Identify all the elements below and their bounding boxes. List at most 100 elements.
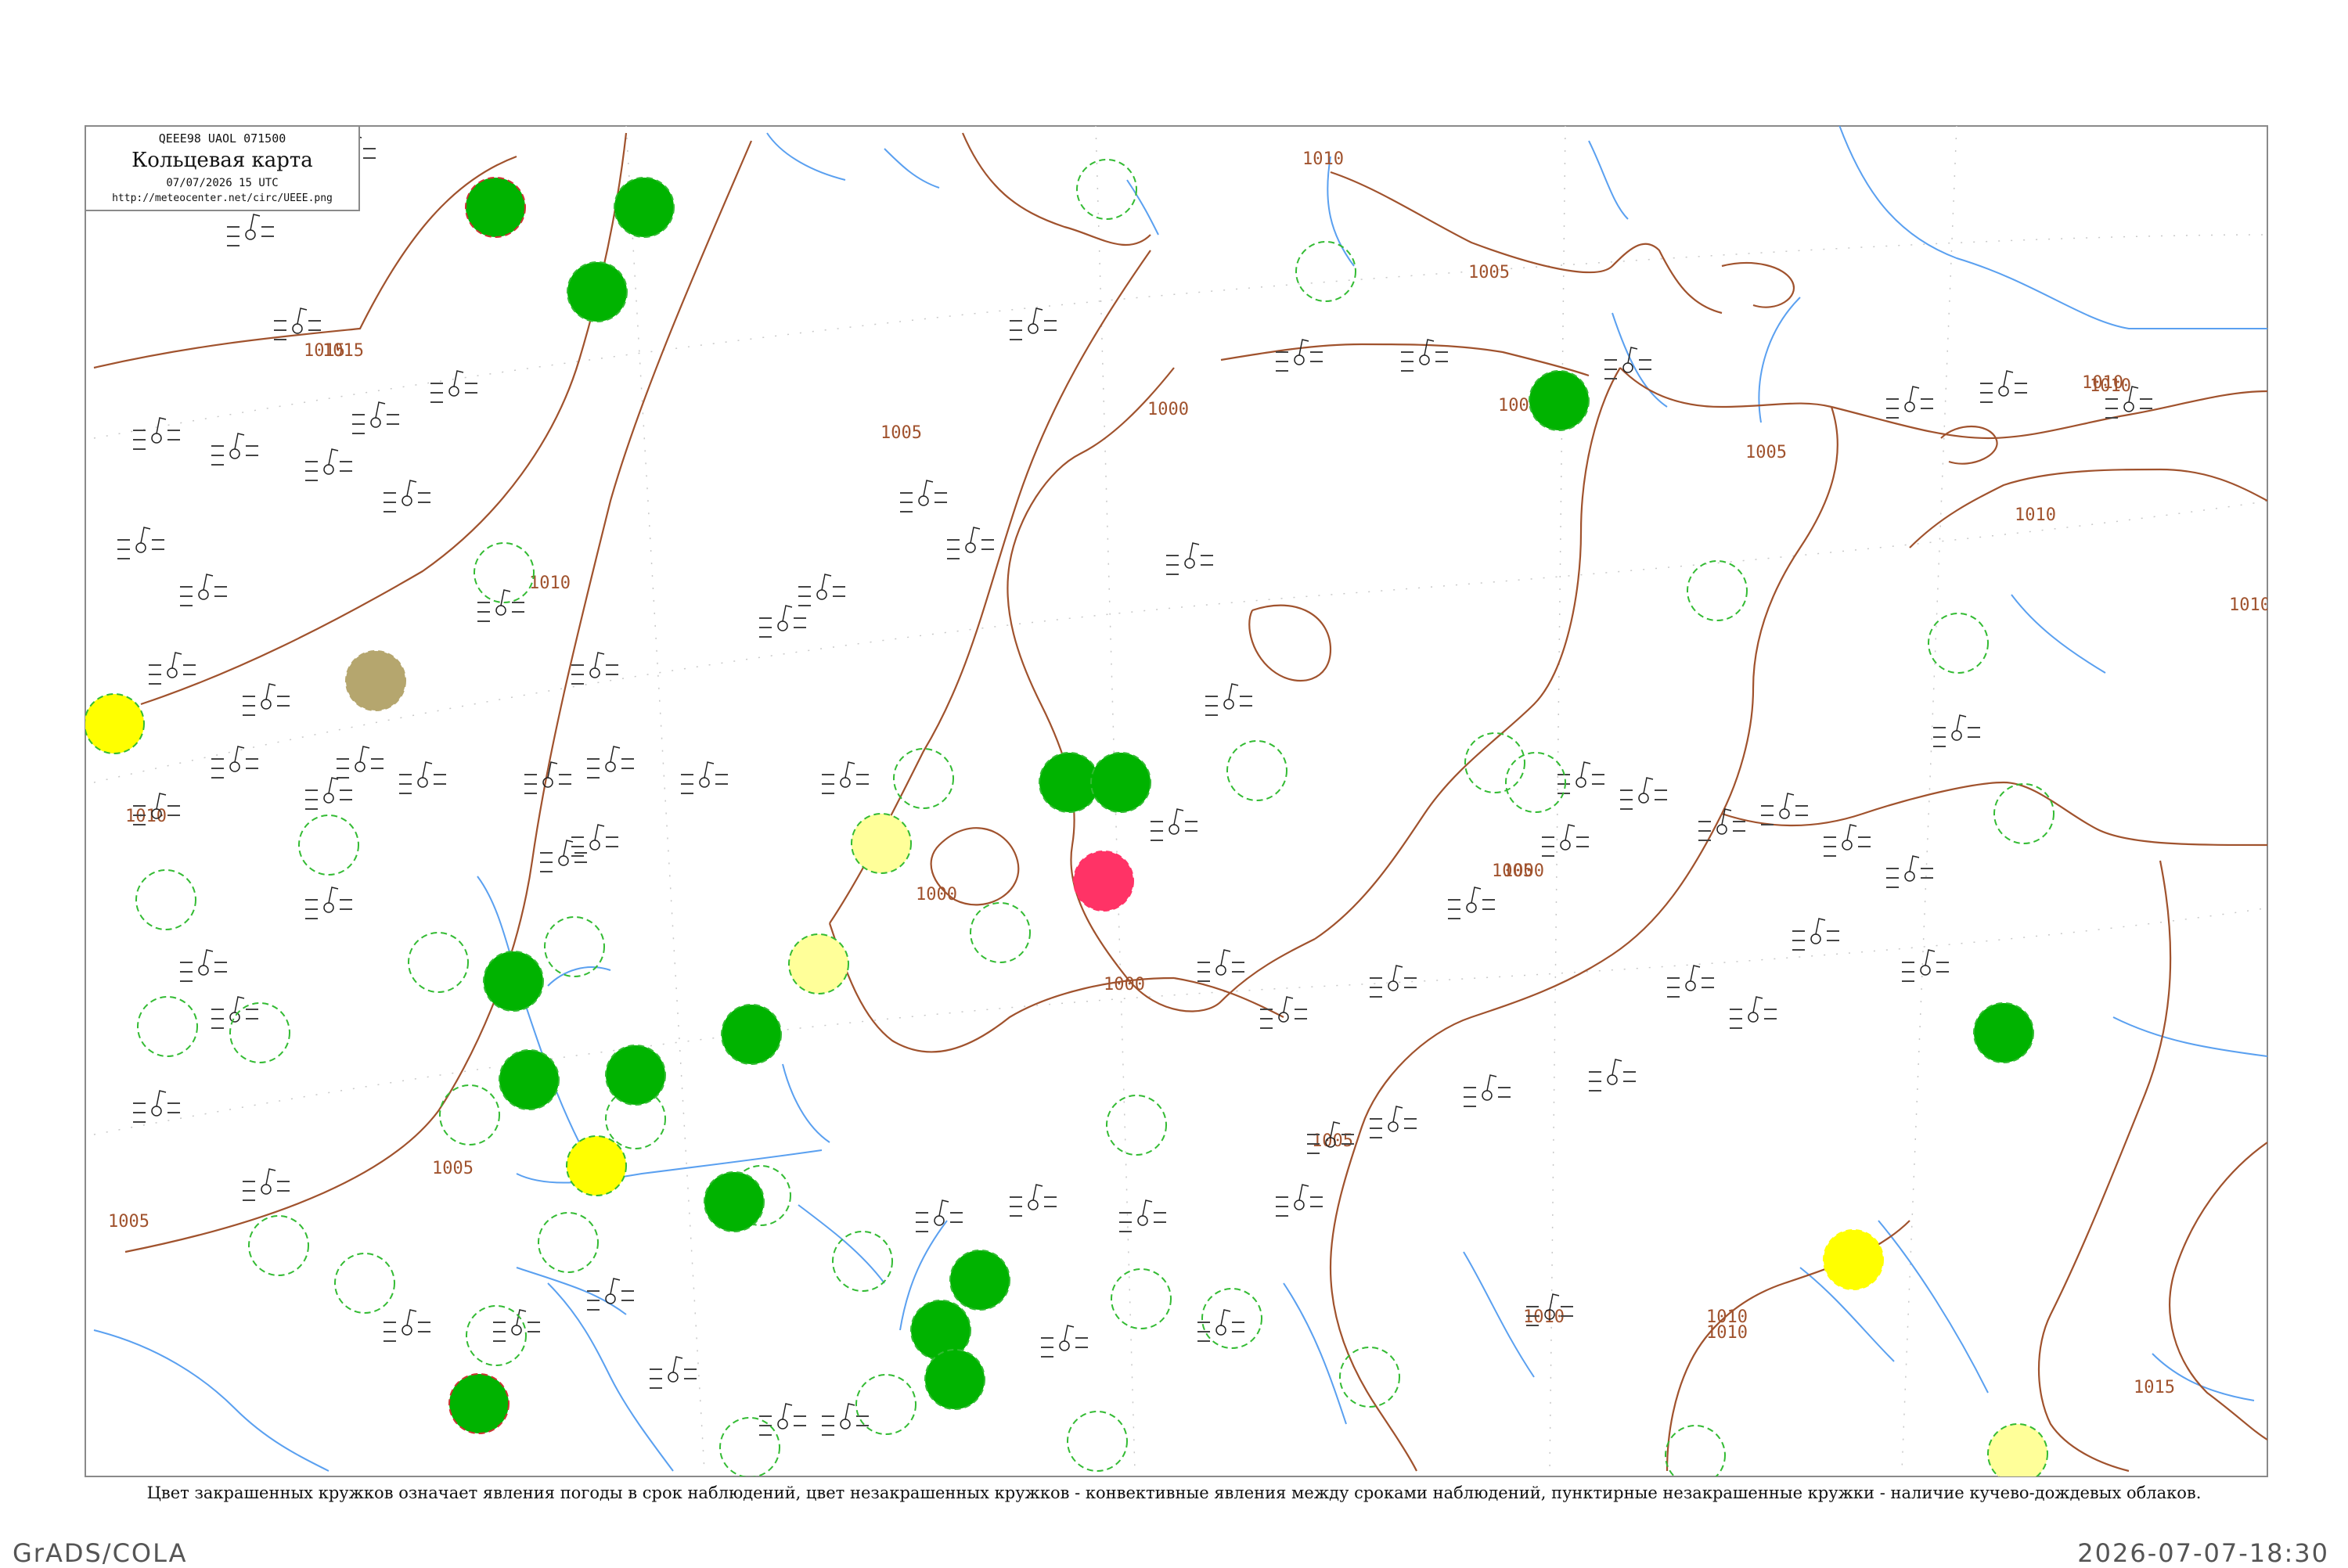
cumulonimbus-rings bbox=[135, 159, 2054, 1476]
map-url: http://meteocenter.net/circ/UEEE.png bbox=[112, 192, 333, 204]
station-marker bbox=[1607, 1074, 1618, 1085]
station-marker bbox=[2123, 401, 2134, 412]
station-marker bbox=[1482, 1090, 1493, 1101]
wind-barb bbox=[1220, 949, 1231, 966]
station-marker bbox=[1622, 362, 1633, 373]
wind-barb bbox=[923, 480, 934, 497]
wind-barb bbox=[1925, 949, 1936, 966]
graticule bbox=[93, 126, 2267, 1472]
station-marker bbox=[151, 1106, 162, 1117]
station-marker bbox=[1638, 793, 1649, 804]
wind-barb bbox=[1784, 793, 1795, 810]
station-marker bbox=[1419, 354, 1430, 365]
wind-barb bbox=[1173, 808, 1184, 825]
station-marker bbox=[589, 840, 600, 851]
wind-barb bbox=[1471, 886, 1482, 904]
station-marker bbox=[370, 417, 381, 428]
isobar-label: 1010 bbox=[1302, 149, 1344, 169]
station-marker bbox=[292, 323, 303, 334]
wind-barb bbox=[375, 401, 386, 419]
wind-barb bbox=[938, 1199, 949, 1217]
wind-barb bbox=[328, 448, 339, 466]
station-marker bbox=[1842, 840, 1853, 851]
isobar-label: 1015 bbox=[304, 341, 345, 361]
wind-barb bbox=[406, 480, 417, 497]
station-marker bbox=[605, 1293, 616, 1304]
station-marker bbox=[1560, 840, 1571, 851]
wind-barb bbox=[844, 1403, 855, 1420]
wind-barb bbox=[265, 683, 276, 700]
software-credit: GrADS/COLA bbox=[13, 1538, 188, 1568]
isobar-label: 1015 bbox=[2134, 1378, 2175, 1397]
wind-barb bbox=[1956, 714, 1967, 732]
wind-barb bbox=[844, 761, 855, 779]
station-marker bbox=[1779, 808, 1790, 819]
wind-barb bbox=[1565, 824, 1576, 841]
wind-barb bbox=[1424, 339, 1435, 356]
station-marker bbox=[1137, 1215, 1148, 1226]
station-marker bbox=[1059, 1340, 1070, 1351]
wind-barb bbox=[328, 886, 339, 904]
station-marker bbox=[402, 1325, 412, 1336]
station-marker bbox=[699, 777, 710, 788]
station-marker bbox=[1294, 354, 1305, 365]
station-marker bbox=[135, 542, 146, 553]
isobar-label: 1005 bbox=[1468, 263, 1510, 282]
hydrography bbox=[93, 126, 2267, 1472]
station-marker bbox=[1920, 965, 1931, 976]
wind-barb bbox=[1032, 307, 1043, 325]
isobar-label: 1010 bbox=[529, 574, 571, 593]
station-marker bbox=[229, 1012, 240, 1023]
wind-barb bbox=[1298, 1184, 1309, 1201]
wind-barb bbox=[1220, 1309, 1231, 1326]
station-marker bbox=[167, 667, 178, 678]
map-title: Кольцевая карта bbox=[131, 149, 313, 172]
wind-barb bbox=[782, 1403, 793, 1420]
isobars bbox=[93, 132, 2267, 1473]
station-marker bbox=[261, 1184, 272, 1195]
station-marker bbox=[151, 433, 162, 444]
station-marker bbox=[1223, 699, 1234, 710]
station-marker bbox=[229, 448, 240, 459]
wind-barb bbox=[610, 746, 621, 763]
station-marker bbox=[1388, 1121, 1399, 1132]
isobar-label: 1010 bbox=[2229, 595, 2271, 615]
wind-barb bbox=[1846, 824, 1857, 841]
wind-barb bbox=[250, 214, 261, 231]
station-marker bbox=[589, 667, 600, 678]
wind-barb bbox=[1643, 777, 1654, 794]
isobar-label: 1005 bbox=[108, 1212, 149, 1232]
wind-barb bbox=[782, 605, 793, 622]
wind-barb bbox=[516, 1309, 527, 1326]
station-marker bbox=[198, 589, 209, 600]
station-marker bbox=[323, 793, 334, 804]
wind-barb bbox=[1486, 1074, 1497, 1091]
wind-barb bbox=[1580, 761, 1591, 779]
wind-barb bbox=[265, 1168, 276, 1185]
wind-barb bbox=[704, 761, 715, 779]
wind-barb bbox=[594, 824, 605, 841]
station-marker bbox=[1215, 965, 1226, 976]
wind-barb bbox=[970, 527, 981, 544]
legend-caption: Цвет закрашенных кружков означает явлени… bbox=[146, 1483, 2202, 1502]
wind-barb bbox=[156, 417, 167, 434]
station-marker bbox=[417, 777, 428, 788]
station-marker bbox=[1028, 323, 1039, 334]
wind-barb bbox=[359, 746, 370, 763]
station-marker bbox=[495, 605, 506, 616]
wind-barb bbox=[672, 1356, 683, 1373]
wind-barb bbox=[156, 1090, 167, 1107]
wind-barb bbox=[1627, 347, 1638, 364]
isobar-label: 1000 bbox=[1147, 400, 1189, 419]
wind-barb bbox=[234, 746, 245, 763]
station-marker bbox=[918, 495, 929, 506]
wind-barb bbox=[328, 777, 339, 794]
station-marker bbox=[1748, 1012, 1759, 1023]
station-marker bbox=[402, 495, 412, 506]
station-marker bbox=[1716, 824, 1727, 835]
isobar-label: 1000 bbox=[1104, 975, 1145, 994]
wind-barb bbox=[406, 1309, 417, 1326]
map-title-box: QEEE98 UAOL 071500 Кольцевая карта 07/07… bbox=[85, 125, 360, 211]
wind-barb bbox=[1064, 1325, 1075, 1342]
station-marker bbox=[448, 386, 459, 397]
